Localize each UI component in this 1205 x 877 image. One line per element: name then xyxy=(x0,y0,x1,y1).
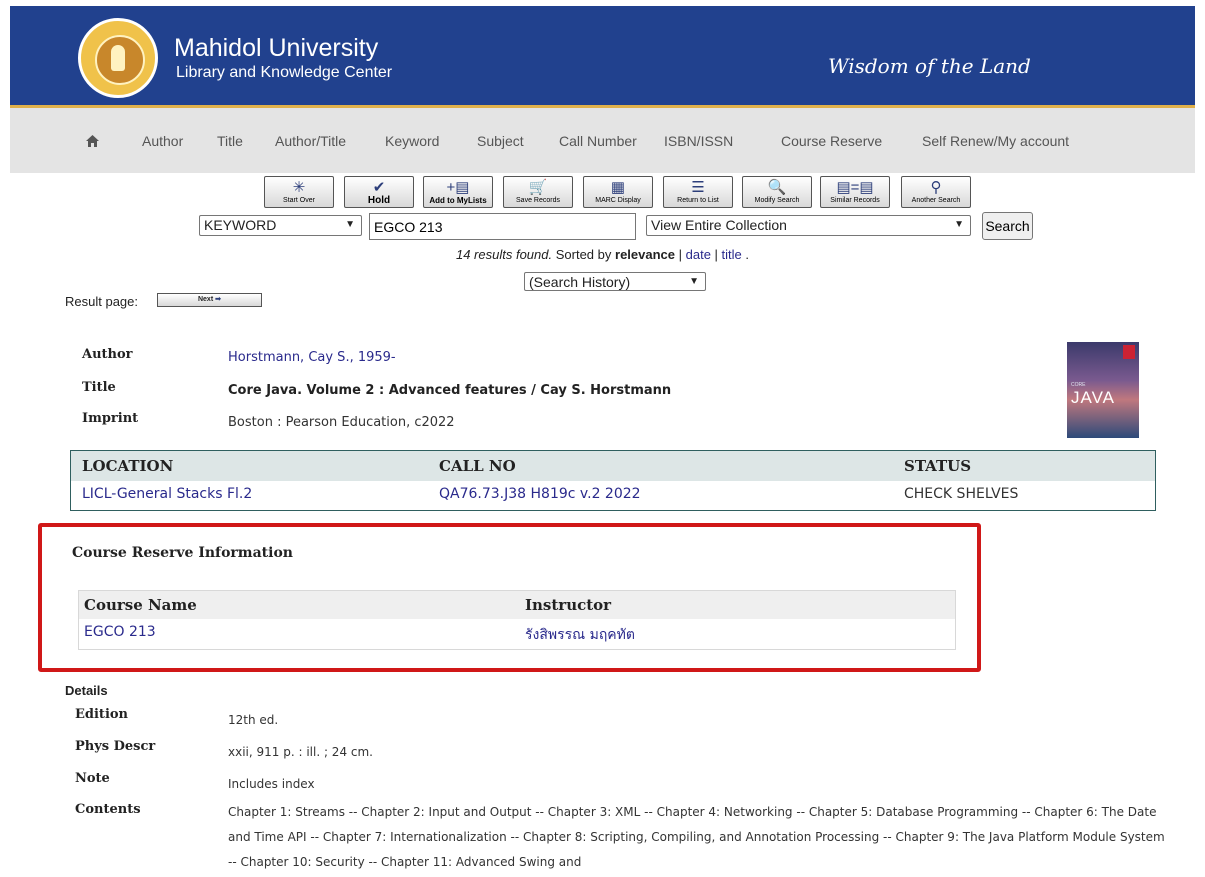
location-header: LOCATION xyxy=(82,457,174,475)
hold-button[interactable]: ✔ Hold xyxy=(344,176,414,208)
course-name-header: Course Name xyxy=(84,596,197,614)
title-label: Title xyxy=(82,380,116,395)
return-to-list-button[interactable]: ☰ Return to List xyxy=(663,176,733,208)
start-over-label: Start Over xyxy=(283,197,315,204)
motto: Wisdom of the Land xyxy=(828,54,1031,78)
phys-descr-label: Phys Descr xyxy=(75,739,156,754)
search-field-value: KEYWORD xyxy=(204,217,277,233)
return-to-list-label: Return to List xyxy=(677,197,719,204)
sort-date-link[interactable]: date xyxy=(686,247,711,262)
nav-author-title[interactable]: Author/Title xyxy=(275,133,346,149)
scope-value: View Entire Collection xyxy=(651,217,787,233)
hold-label: Hold xyxy=(367,195,391,206)
add-to-mylists-label: Add to MyLists xyxy=(429,196,487,205)
header-banner: Mahidol University Library and Knowledge… xyxy=(10,6,1195,108)
imprint-label: Imprint xyxy=(82,411,139,426)
results-count: 14 results found. xyxy=(455,247,553,262)
magnifier-icon: ⚲ xyxy=(930,179,942,196)
status-header: STATUS xyxy=(904,457,972,475)
phys-descr-value: xxii, 911 p. : ill. ; 24 cm. xyxy=(228,745,373,759)
marc-display-label: MARC Display xyxy=(595,197,641,204)
marc-display-button[interactable]: ▦ MARC Display xyxy=(583,176,653,208)
marc-icon: ▦ xyxy=(610,179,626,196)
author-link[interactable]: Horstmann, Cay S., 1959- xyxy=(228,350,396,365)
another-search-button[interactable]: ⚲ Another Search xyxy=(901,176,971,208)
course-reserve-table: Course Name Instructor EGCO 213 รังสิพรร… xyxy=(78,590,956,650)
note-label: Note xyxy=(75,771,110,786)
university-name: Mahidol University xyxy=(174,34,379,62)
nav-self-renew[interactable]: Self Renew/My account xyxy=(922,133,1069,149)
instructor-link[interactable]: รังสิพรรณ มฤคทัต xyxy=(525,624,635,646)
sort-relevance: relevance xyxy=(615,247,676,262)
contents-label: Contents xyxy=(75,802,141,817)
course-reserve-title: Course Reserve Information xyxy=(72,545,293,561)
similar-records-label: Similar Records xyxy=(830,197,880,204)
book-cover: CORE JAVA xyxy=(1067,342,1139,438)
search-button[interactable]: Search xyxy=(982,212,1033,240)
library-name: Library and Knowledge Center xyxy=(176,64,393,81)
asterisk-icon: ✳ xyxy=(292,179,306,196)
similar-records-icon: ▤=▤ xyxy=(836,179,874,196)
call-no-header: CALL NO xyxy=(439,457,516,475)
similar-records-button[interactable]: ▤=▤ Similar Records xyxy=(820,176,890,208)
nav-call-number[interactable]: Call Number xyxy=(559,133,637,149)
nav-isbn-issn[interactable]: ISBN/ISSN xyxy=(664,133,733,149)
sorted-by-label: Sorted by xyxy=(555,247,612,262)
cover-big-text: JAVA xyxy=(1071,388,1115,407)
course-name-link[interactable]: EGCO 213 xyxy=(84,624,156,640)
arrow-right-icon: ➡ xyxy=(215,296,221,303)
search-history-value: (Search History) xyxy=(529,274,631,290)
status-value: CHECK SHELVES xyxy=(904,486,1019,502)
nav-author[interactable]: Author xyxy=(142,133,183,149)
sort-title-link[interactable]: title xyxy=(722,247,742,262)
cover-edition-badge xyxy=(1123,345,1135,359)
location-link[interactable]: LICL-General Stacks Fl.2 xyxy=(82,486,252,502)
chevron-down-icon: ▼ xyxy=(689,276,699,287)
home-icon[interactable] xyxy=(86,135,99,147)
save-records-label: Save Records xyxy=(516,197,560,204)
search-input[interactable] xyxy=(369,213,636,240)
edition-value: 12th ed. xyxy=(228,713,279,727)
modify-search-button[interactable]: 🔍 Modify Search xyxy=(742,176,812,208)
nav-course-reserve[interactable]: Course Reserve xyxy=(781,133,882,149)
chevron-down-icon: ▼ xyxy=(345,219,355,230)
holdings-table: LOCATION CALL NO STATUS LICL-General Sta… xyxy=(70,450,1156,511)
scope-select[interactable]: View Entire Collection ▼ xyxy=(646,215,971,236)
cart-icon: 🛒 xyxy=(528,179,548,196)
logo-crest xyxy=(111,45,125,71)
start-over-button[interactable]: ✳ Start Over xyxy=(264,176,334,208)
imprint-value: Boston : Pearson Education, c2022 xyxy=(228,415,455,430)
modify-search-label: Modify Search xyxy=(754,197,800,204)
university-logo xyxy=(78,18,158,98)
chevron-down-icon: ▼ xyxy=(954,219,964,230)
note-value: Includes index xyxy=(228,777,315,791)
search-history-select[interactable]: (Search History) ▼ xyxy=(524,272,706,291)
save-records-button[interactable]: 🛒 Save Records xyxy=(503,176,573,208)
modify-search-icon: 🔍 xyxy=(767,179,787,196)
details-label: Details xyxy=(65,683,108,698)
main-nav: Author Title Author/Title Keyword Subjec… xyxy=(10,108,1195,173)
title-value: Core Java. Volume 2 : Advanced features … xyxy=(228,383,672,398)
call-no-link[interactable]: QA76.73.J38 H819c v.2 2022 xyxy=(439,486,641,502)
author-label: Author xyxy=(82,347,133,362)
result-page-label: Result page: xyxy=(65,294,138,309)
search-field-select[interactable]: KEYWORD ▼ xyxy=(199,215,362,236)
contents-value: Chapter 1: Streams -- Chapter 2: Input a… xyxy=(228,805,1165,869)
nav-keyword[interactable]: Keyword xyxy=(385,133,439,149)
nav-subject[interactable]: Subject xyxy=(477,133,524,149)
return-list-icon: ☰ xyxy=(691,179,705,196)
add-to-mylists-button[interactable]: +▤ Add to MyLists xyxy=(423,176,493,208)
add-list-icon: +▤ xyxy=(446,179,470,196)
instructor-header: Instructor xyxy=(525,596,612,614)
nav-title[interactable]: Title xyxy=(217,133,243,149)
another-search-label: Another Search xyxy=(911,197,961,204)
next-label: Next xyxy=(197,296,214,303)
edition-label: Edition xyxy=(75,707,129,722)
course-reserve-header xyxy=(79,591,955,619)
holdings-header xyxy=(71,451,1155,481)
next-page-button[interactable]: Next ➡ xyxy=(157,293,262,307)
results-summary: 14 results found. Sorted by relevance | … xyxy=(455,247,750,262)
